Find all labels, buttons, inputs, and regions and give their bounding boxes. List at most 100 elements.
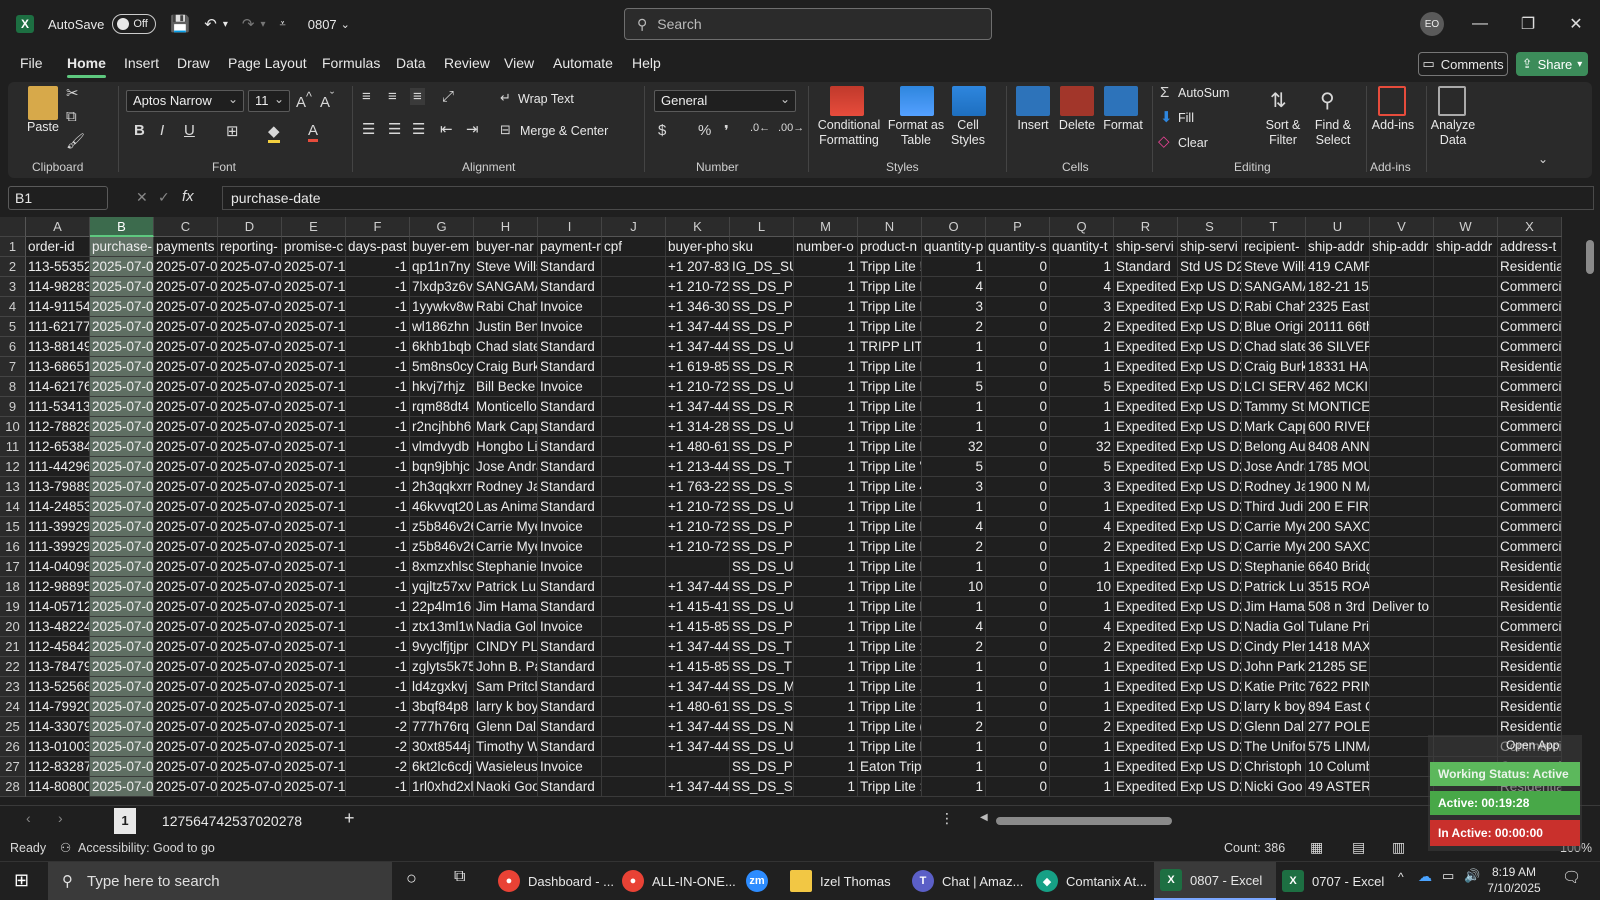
table-cell[interactable]: 2025-07-0: xyxy=(154,757,218,777)
row-header[interactable]: 22 xyxy=(0,657,26,677)
table-cell[interactable]: ld4zgxkvj xyxy=(410,677,474,697)
table-cell[interactable]: 2025-07-0 xyxy=(90,717,154,737)
column-header[interactable]: S xyxy=(1178,217,1242,237)
table-cell[interactable]: 0 xyxy=(986,577,1050,597)
table-cell[interactable]: 2025-07-1( xyxy=(282,497,346,517)
table-cell[interactable]: +1 210-728 xyxy=(666,517,730,537)
table-cell[interactable]: 2025-07-0 xyxy=(90,257,154,277)
table-cell[interactable]: 0 xyxy=(986,457,1050,477)
table-cell[interactable]: Jose Andra xyxy=(474,457,538,477)
table-cell[interactable] xyxy=(602,417,666,437)
table-cell[interactable]: Expedited xyxy=(1114,517,1178,537)
paste-icon[interactable] xyxy=(28,86,58,120)
table-cell[interactable] xyxy=(602,277,666,297)
table-cell[interactable]: +1 210-728 xyxy=(666,537,730,557)
table-cell[interactable]: 2025-07-1( xyxy=(282,597,346,617)
table-cell[interactable]: 0 xyxy=(986,377,1050,397)
table-cell[interactable]: 2025-07-0 xyxy=(90,637,154,657)
table-cell[interactable]: 5 xyxy=(1050,457,1114,477)
table-cell[interactable]: 2025-07-0: xyxy=(218,317,282,337)
column-header[interactable]: Q xyxy=(1050,217,1114,237)
table-cell[interactable]: 1 xyxy=(1050,677,1114,697)
table-cell[interactable] xyxy=(1370,757,1434,777)
table-cell[interactable]: Glenn Dal xyxy=(1242,717,1306,737)
table-cell[interactable]: 0 xyxy=(986,757,1050,777)
column-header[interactable]: D xyxy=(218,217,282,237)
font-color-icon[interactable]: A xyxy=(308,122,319,142)
table-cell[interactable] xyxy=(1434,257,1498,277)
table-cell[interactable]: 30xt8544j xyxy=(410,737,474,757)
header-cell[interactable]: product-n xyxy=(858,237,922,257)
table-cell[interactable] xyxy=(602,377,666,397)
table-cell[interactable]: Expedited xyxy=(1114,777,1178,797)
table-cell[interactable]: Tripp Lite ! xyxy=(858,257,922,277)
table-cell[interactable]: 1 xyxy=(1050,757,1114,777)
table-cell[interactable]: 3 xyxy=(1050,477,1114,497)
table-cell[interactable]: 2025-07-0: xyxy=(154,437,218,457)
table-cell[interactable] xyxy=(1370,277,1434,297)
table-cell[interactable]: -1 xyxy=(346,317,410,337)
table-cell[interactable]: Tripp Lite : xyxy=(858,777,922,797)
table-cell[interactable]: Tripp Lite I xyxy=(858,617,922,637)
table-cell[interactable]: +1 347-448 xyxy=(666,777,730,797)
table-cell[interactable]: +1 314-282 xyxy=(666,417,730,437)
table-cell[interactable] xyxy=(1434,357,1498,377)
align-bottom-icon[interactable]: ≡ xyxy=(410,88,425,105)
table-cell[interactable]: SS_DS_P56 xyxy=(730,437,794,457)
table-cell[interactable]: +1 347-448 xyxy=(666,317,730,337)
search-box[interactable]: ⚲ Search xyxy=(624,8,992,40)
table-cell[interactable]: 6kt2lc6cdj xyxy=(410,757,474,777)
table-cell[interactable]: Exp US D2I xyxy=(1178,597,1242,617)
table-cell[interactable]: 0 xyxy=(986,617,1050,637)
table-cell[interactable]: 2 xyxy=(922,637,986,657)
table-cell[interactable]: Chad slate xyxy=(1242,337,1306,357)
table-cell[interactable]: 2025-07-1( xyxy=(282,397,346,417)
table-cell[interactable]: Expedited xyxy=(1114,357,1178,377)
table-cell[interactable]: 575 LINMAR LN STE A140 xyxy=(1306,737,1370,757)
table-cell[interactable]: Exp US D2I xyxy=(1178,677,1242,697)
delete-cells-button[interactable]: Delete xyxy=(1056,118,1098,133)
undo-icon[interactable]: ↶ xyxy=(204,15,217,33)
table-cell[interactable]: 2025-07-0 xyxy=(90,737,154,757)
table-cell[interactable]: 4 xyxy=(922,277,986,297)
prev-sheet-icon[interactable]: ‹ xyxy=(26,810,31,826)
table-cell[interactable]: Tripp Lite : xyxy=(858,657,922,677)
table-cell[interactable]: 0 xyxy=(986,417,1050,437)
table-cell[interactable]: 2025-07-0 xyxy=(90,617,154,637)
table-cell[interactable] xyxy=(1434,677,1498,697)
column-header[interactable]: B xyxy=(90,217,154,237)
table-cell[interactable]: 0 xyxy=(986,297,1050,317)
table-cell[interactable]: +1 347-448 xyxy=(666,337,730,357)
vertical-scrollbar[interactable] xyxy=(1582,217,1600,805)
table-cell[interactable]: SS_DS_U44 xyxy=(730,557,794,577)
name-box[interactable]: B1 xyxy=(8,186,108,210)
comma-icon[interactable]: ❜ xyxy=(724,122,729,140)
table-cell[interactable]: -1 xyxy=(346,537,410,557)
align-top-icon[interactable]: ≡ xyxy=(362,88,371,105)
table-cell[interactable]: Residentia xyxy=(1498,597,1562,617)
table-cell[interactable]: SS_DS_RB0 xyxy=(730,357,794,377)
column-header[interactable]: I xyxy=(538,217,602,237)
table-cell[interactable]: 2025-07-0: xyxy=(154,777,218,797)
table-cell[interactable] xyxy=(1370,377,1434,397)
cut-icon[interactable]: ✂ xyxy=(66,84,79,102)
table-cell[interactable]: 3515 ROAD 92 xyxy=(1306,577,1370,597)
table-cell[interactable]: SS_DS_P00 xyxy=(730,617,794,637)
table-cell[interactable]: IG_DS_SU5 xyxy=(730,257,794,277)
table-cell[interactable]: 182-21 150th Avenue xyxy=(1306,277,1370,297)
row-header[interactable]: 12 xyxy=(0,457,26,477)
table-cell[interactable] xyxy=(1370,737,1434,757)
table-cell[interactable]: 2025-07-0: xyxy=(154,697,218,717)
table-cell[interactable]: Residentia xyxy=(1498,257,1562,277)
align-right-icon[interactable]: ☰ xyxy=(412,120,425,138)
row-header[interactable]: 10 xyxy=(0,417,26,437)
taskbar-item-excel-0807[interactable]: X 0807 - Excel xyxy=(1154,862,1276,900)
table-cell[interactable]: Bill Becke xyxy=(474,377,538,397)
table-cell[interactable] xyxy=(602,537,666,557)
row-header[interactable]: 24 xyxy=(0,697,26,717)
wrap-text-button[interactable]: Wrap Text xyxy=(518,92,574,107)
table-cell[interactable]: Expedited xyxy=(1114,317,1178,337)
row-header[interactable]: 16 xyxy=(0,537,26,557)
increase-indent-icon[interactable]: ⇥ xyxy=(466,120,479,138)
format-cells-icon[interactable] xyxy=(1104,86,1138,116)
